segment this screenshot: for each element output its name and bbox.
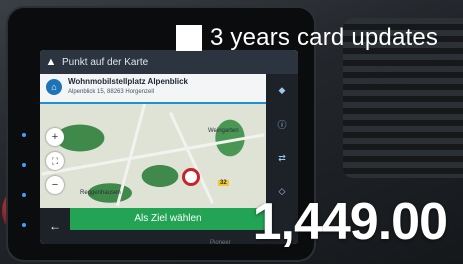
bottom-strip — [70, 230, 266, 244]
search-bar[interactable]: ▲ Punkt auf der Karte — [40, 50, 298, 74]
hardware-button[interactable] — [22, 193, 26, 197]
back-button[interactable]: ← — [40, 208, 70, 244]
map-side-toolbar: ◆ ⓘ ⇄ ◇ — [266, 74, 298, 208]
compass-icon[interactable]: ◆ — [279, 85, 286, 96]
highway-badge: 32 — [218, 180, 229, 186]
checkbox-square-icon — [176, 25, 202, 51]
road — [169, 112, 214, 204]
zoom-in-button[interactable]: + — [46, 128, 64, 146]
search-placeholder: Punkt auf der Karte — [62, 56, 149, 68]
info-icon[interactable]: ⓘ — [277, 118, 286, 131]
map-view[interactable]: Weingarten Reggenhausen 32 + ⛶ − — [40, 98, 266, 208]
navigation-arrow-icon: ▲ — [45, 56, 57, 68]
set-destination-button[interactable]: Als Ziel wählen — [70, 208, 266, 230]
updates-overlay: 3 years card updates — [176, 24, 439, 51]
brand-label: Pioneer — [210, 240, 231, 246]
destination-card[interactable]: ⌂ Wohnmobilstellplatz Alpenblick Alpenbl… — [40, 74, 266, 104]
updates-text: 3 years card updates — [210, 24, 439, 51]
hardware-button[interactable] — [22, 223, 26, 227]
town-label: Reggenhausen — [80, 190, 121, 196]
hardware-button[interactable] — [22, 163, 26, 167]
road — [41, 133, 265, 176]
town-label: Weingarten — [208, 128, 239, 134]
fullscreen-button[interactable]: ⛶ — [46, 152, 64, 170]
hardware-button-rail — [12, 120, 36, 240]
destination-category-icon: ⌂ — [46, 79, 62, 95]
price-label: 1,449.00 — [252, 193, 448, 251]
destination-address: Alpenblick 15, 88263 Horgenzell — [68, 89, 155, 95]
route-icon[interactable]: ⇄ — [278, 153, 286, 164]
destination-name: Wohnmobilstellplatz Alpenblick — [68, 77, 189, 86]
zoom-out-button[interactable]: − — [46, 176, 64, 194]
hardware-button[interactable] — [22, 133, 26, 137]
destination-pin-icon[interactable] — [182, 168, 200, 186]
